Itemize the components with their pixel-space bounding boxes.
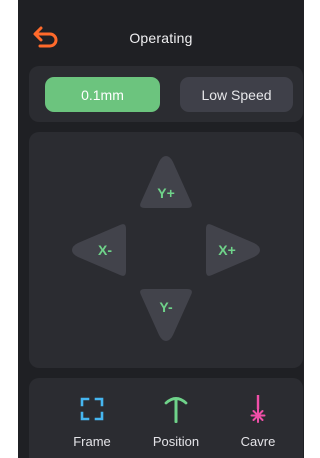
- header: Operating: [18, 0, 304, 64]
- position-pin-icon: [164, 397, 188, 423]
- operating-screen: Operating 0.1mm Low Speed Y+ Y- X- X+ Fr…: [18, 0, 304, 458]
- frame-button[interactable]: Frame: [57, 392, 127, 454]
- carve-label: Cavre: [240, 434, 276, 449]
- jog-x-minus-button[interactable]: X-: [72, 224, 126, 276]
- jog-x-plus-label: X+: [218, 242, 236, 258]
- frame-label: Frame: [73, 434, 111, 449]
- tools-card: Frame Position Cavre: [29, 378, 303, 458]
- speed-button[interactable]: Low Speed: [180, 77, 293, 112]
- settings-card: 0.1mm Low Speed: [29, 66, 303, 122]
- carve-button[interactable]: Cavre: [223, 392, 293, 454]
- jog-pad-graphic: Y+ Y- X- X+: [72, 156, 260, 341]
- jog-y-minus-label: Y-: [159, 299, 173, 315]
- page-title: Operating: [129, 30, 193, 46]
- laser-icon: [250, 395, 266, 423]
- step-size-button[interactable]: 0.1mm: [45, 77, 160, 112]
- jog-y-plus-button[interactable]: Y+: [140, 156, 192, 208]
- jog-y-minus-button[interactable]: Y-: [140, 289, 192, 341]
- jog-x-plus-button[interactable]: X+: [206, 224, 260, 276]
- jog-y-plus-label: Y+: [157, 185, 175, 201]
- position-label: Position: [152, 434, 200, 449]
- frame-icon: [80, 397, 104, 421]
- position-button[interactable]: Position: [141, 392, 211, 454]
- jog-pad: Y+ Y- X- X+: [29, 132, 303, 368]
- jog-x-minus-label: X-: [98, 242, 112, 258]
